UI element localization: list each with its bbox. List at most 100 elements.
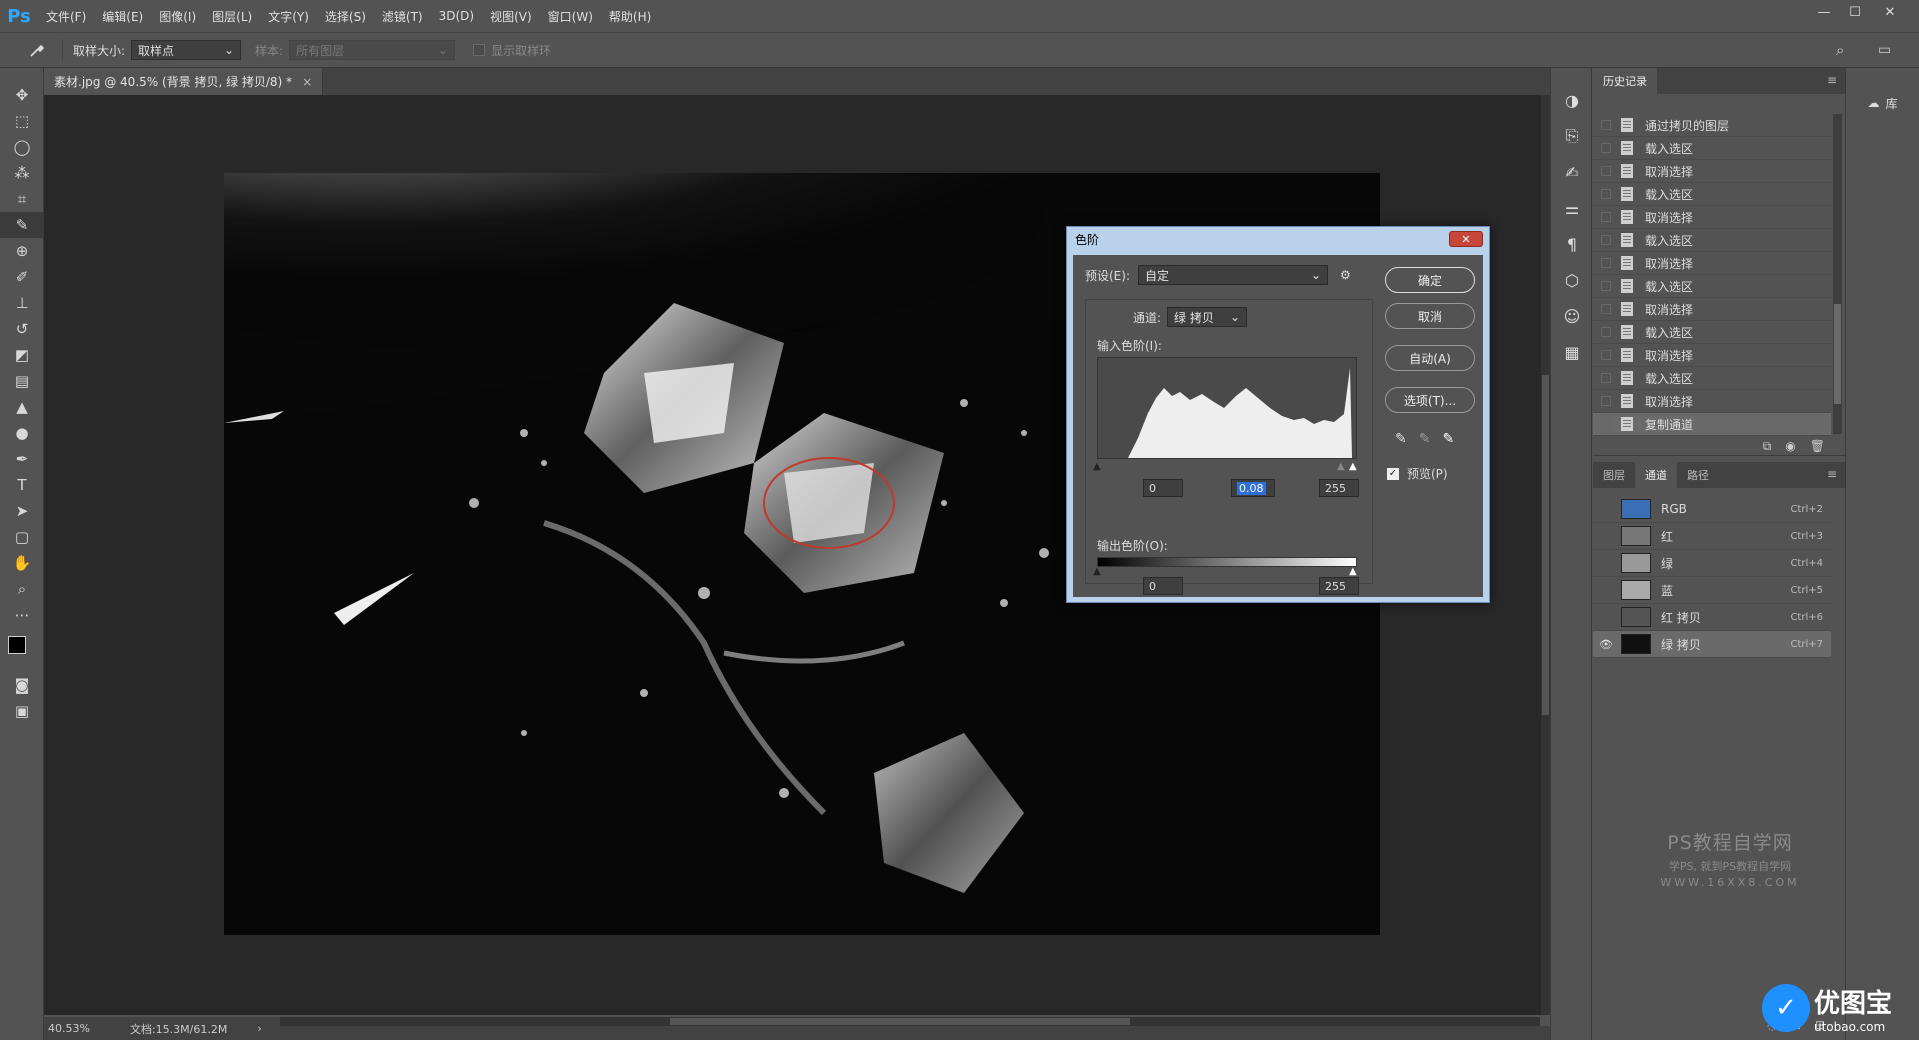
- options-button[interactable]: 选项(T)...: [1385, 387, 1475, 413]
- adjustments-icon[interactable]: ◑: [1551, 82, 1593, 118]
- gear-icon[interactable]: ⚙: [1340, 268, 1351, 282]
- channel-row[interactable]: 红 Ctrl+3: [1593, 523, 1831, 550]
- properties-icon[interactable]: ⚌: [1551, 190, 1593, 226]
- menu-help[interactable]: 帮助(H): [601, 8, 659, 25]
- scrollbar-thumb[interactable]: [1542, 375, 1549, 715]
- output-white-field[interactable]: 255: [1319, 577, 1359, 595]
- lasso-tool-icon[interactable]: ◯: [0, 134, 44, 160]
- output-black-field[interactable]: 0: [1143, 577, 1183, 595]
- channel-row[interactable]: 红 拷贝 Ctrl+6: [1593, 604, 1831, 631]
- auto-button[interactable]: 自动(A): [1385, 345, 1475, 371]
- more-tools-icon[interactable]: ⋯: [0, 602, 44, 628]
- search-icon[interactable]: ⌕: [1836, 41, 1844, 59]
- menu-window[interactable]: 窗口(W): [540, 8, 601, 25]
- channel-row[interactable]: 绿 Ctrl+4: [1593, 550, 1831, 577]
- input-sliders[interactable]: ▲ ▲ ▲: [1093, 461, 1357, 472]
- path-selection-tool-icon[interactable]: ➤: [0, 498, 44, 524]
- history-state[interactable]: 取消选择: [1593, 298, 1831, 321]
- brush-tool-icon[interactable]: ✐: [0, 264, 44, 290]
- foreground-color-swatch[interactable]: [8, 636, 26, 654]
- history-state[interactable]: 取消选择: [1593, 160, 1831, 183]
- clone-stamp-tool-icon[interactable]: ⊥: [0, 290, 44, 316]
- libraries-button[interactable]: ☁ 库: [1846, 88, 1919, 118]
- dialog-titlebar[interactable]: 色阶 ✕: [1067, 227, 1489, 251]
- type-tool-icon[interactable]: T: [0, 472, 44, 498]
- magic-wand-tool-icon[interactable]: ⁂: [0, 160, 44, 186]
- history-brush-source-checkbox[interactable]: [1601, 258, 1611, 268]
- input-white-field[interactable]: 255: [1319, 479, 1359, 497]
- history-brush-source-checkbox[interactable]: [1601, 350, 1611, 360]
- show-ring-checkbox[interactable]: [473, 44, 486, 56]
- grid-icon[interactable]: ▦: [1551, 334, 1593, 370]
- vertical-scrollbar[interactable]: [1541, 95, 1550, 1015]
- quick-mask-icon[interactable]: ◙: [0, 672, 44, 698]
- channel-row[interactable]: 蓝 Ctrl+5: [1593, 577, 1831, 604]
- history-state[interactable]: 取消选择: [1593, 344, 1831, 367]
- history-state[interactable]: 载入选区: [1593, 229, 1831, 252]
- healing-brush-tool-icon[interactable]: ⊕: [0, 238, 44, 264]
- minimize-button[interactable]: —: [1809, 0, 1839, 24]
- channel-row[interactable]: RGB Ctrl+2: [1593, 496, 1831, 523]
- tab-channels[interactable]: 通道: [1635, 462, 1677, 488]
- styles-icon[interactable]: ☺: [1551, 298, 1593, 334]
- marquee-tool-icon[interactable]: ⬚: [0, 108, 44, 134]
- new-document-from-state-icon[interactable]: ⧉: [1763, 439, 1772, 454]
- history-state[interactable]: 取消选择: [1593, 390, 1831, 413]
- eyedropper-tool-icon[interactable]: ✎: [0, 212, 44, 238]
- scrollbar-thumb[interactable]: [670, 1018, 1130, 1025]
- scrollbar-thumb[interactable]: [1834, 304, 1841, 404]
- panel-menu-icon[interactable]: ≡: [1827, 73, 1837, 87]
- menu-layer[interactable]: 图层(L): [204, 8, 260, 25]
- preset-select[interactable]: 自定 ⌄: [1138, 265, 1328, 285]
- black-eyedropper-icon[interactable]: ✎: [1395, 431, 1407, 447]
- sample-size-select[interactable]: 取样点 ⌄: [131, 40, 242, 60]
- history-brush-source-checkbox[interactable]: [1601, 396, 1611, 406]
- output-white-slider[interactable]: ▲: [1349, 566, 1357, 577]
- history-brush-source-checkbox[interactable]: [1601, 304, 1611, 314]
- brush-presets-icon[interactable]: ✍: [1551, 154, 1593, 190]
- zoom-tool-icon[interactable]: ⌕: [0, 576, 44, 602]
- history-brush-source-checkbox[interactable]: [1601, 373, 1611, 383]
- gradient-tool-icon[interactable]: ▤: [0, 368, 44, 394]
- pen-tool-icon[interactable]: ✒: [0, 446, 44, 472]
- history-state[interactable]: 载入选区: [1593, 137, 1831, 160]
- history-brush-source-checkbox[interactable]: [1601, 419, 1611, 429]
- menu-edit[interactable]: 编辑(E): [94, 8, 151, 25]
- eraser-tool-icon[interactable]: ◩: [0, 342, 44, 368]
- close-window-button[interactable]: ✕: [1875, 0, 1905, 24]
- document-tab[interactable]: 素材.jpg @ 40.5% (背景 拷贝, 绿 拷贝/8) * ×: [44, 68, 324, 95]
- black-point-slider[interactable]: ▲: [1093, 461, 1101, 472]
- tab-paths[interactable]: 路径: [1677, 462, 1719, 488]
- history-brush-source-checkbox[interactable]: [1601, 166, 1611, 176]
- input-gamma-field[interactable]: 0.08: [1231, 479, 1275, 497]
- close-tab-icon[interactable]: ×: [302, 75, 312, 89]
- workspace-icon[interactable]: ▭: [1878, 42, 1891, 58]
- history-state[interactable]: 载入选区: [1593, 367, 1831, 390]
- history-state[interactable]: 取消选择: [1593, 206, 1831, 229]
- menu-image[interactable]: 图像(I): [151, 8, 204, 25]
- crop-tool-icon[interactable]: ⌗: [0, 186, 44, 212]
- menu-view[interactable]: 视图(V): [482, 8, 540, 25]
- history-brush-source-checkbox[interactable]: [1601, 143, 1611, 153]
- status-menu-arrow-icon[interactable]: ›: [257, 1022, 261, 1035]
- ok-button[interactable]: 确定: [1385, 267, 1475, 293]
- preview-checkbox[interactable]: ✓: [1387, 467, 1399, 480]
- history-brush-source-checkbox[interactable]: [1601, 120, 1611, 130]
- zoom-level[interactable]: 40.53%: [48, 1022, 90, 1035]
- menu-3d[interactable]: 3D(D): [431, 9, 482, 23]
- output-sliders[interactable]: ▲ ▲: [1093, 566, 1357, 578]
- move-tool-icon[interactable]: ✥: [0, 82, 44, 108]
- eyedropper-icon[interactable]: [22, 38, 52, 62]
- history-state[interactable]: 复制通道: [1593, 413, 1831, 436]
- gray-eyedropper-icon[interactable]: ✎: [1419, 431, 1431, 447]
- panel-menu-icon[interactable]: ≡: [1827, 467, 1837, 481]
- history-brush-source-checkbox[interactable]: [1601, 235, 1611, 245]
- clone-source-icon[interactable]: ⎘: [1551, 118, 1593, 154]
- snapshot-camera-icon[interactable]: ◉: [1785, 439, 1795, 453]
- visibility-eye-icon[interactable]: 👁: [1599, 638, 1617, 651]
- dodge-tool-icon[interactable]: ●: [0, 420, 44, 446]
- screen-mode-icon[interactable]: ▣: [0, 698, 44, 724]
- history-state[interactable]: 取消选择: [1593, 252, 1831, 275]
- shape-tool-icon[interactable]: ▢: [0, 524, 44, 550]
- history-state[interactable]: 载入选区: [1593, 183, 1831, 206]
